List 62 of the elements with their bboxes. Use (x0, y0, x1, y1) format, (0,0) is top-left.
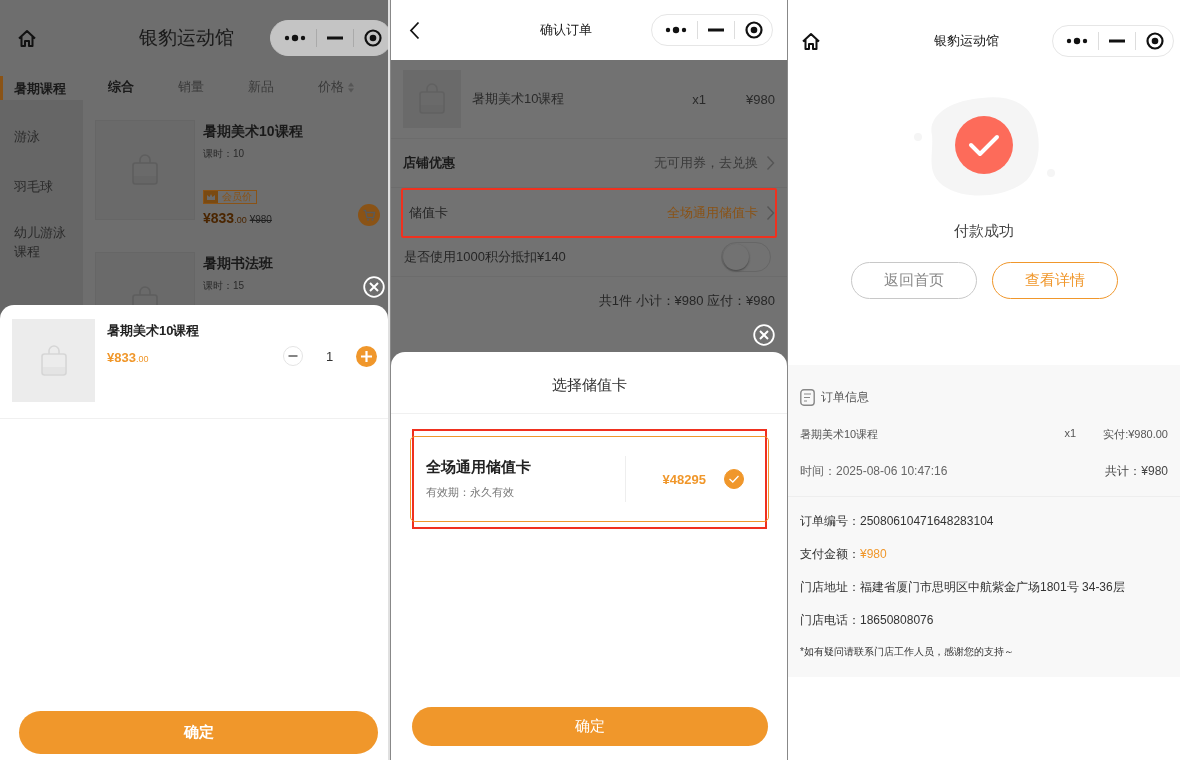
more-icon[interactable] (1066, 37, 1088, 45)
home-button[interactable]: 返回首页 (850, 262, 977, 299)
document-icon (800, 389, 815, 406)
item-title: 暑期美术10课程 (800, 427, 880, 442)
row-label: 店铺优惠 (403, 154, 456, 172)
home-icon[interactable] (801, 31, 821, 51)
detail-line: 门店电话：18650808076 (800, 612, 935, 629)
section-title: 订单信息 (821, 389, 869, 406)
target-icon[interactable] (745, 21, 763, 39)
close-icon[interactable] (363, 276, 385, 298)
points-label: 是否使用1000积分抵扣¥140 (404, 248, 567, 266)
note-text: *如有疑问请联系门店工作人员，感谢您的支持～ (800, 645, 1015, 659)
minimize-icon[interactable] (327, 36, 343, 40)
stored-value-card[interactable]: 全场通用储值卡 有效期：永久有效 ¥48295 (410, 436, 769, 522)
row-value[interactable]: 全场通用储值卡 (667, 204, 758, 222)
original-price: ¥980 (249, 214, 272, 225)
product-title: 暑期美术10课程 (107, 322, 201, 340)
quantity-value: 1 (324, 348, 335, 364)
detail-line: 门店地址：福建省厦门市思明区中航紫金广场1801号 34-36层 (800, 579, 1126, 596)
order-time: 时间：2025-08-06 10:47:16 (800, 463, 948, 480)
target-icon[interactable] (1146, 32, 1164, 50)
member-price-badge: 会员价 (203, 190, 257, 204)
more-icon[interactable] (665, 26, 687, 34)
product-price: ¥833.00 (203, 210, 247, 226)
detail-line: 支付金额：¥980 (800, 546, 888, 563)
detail-line: 订单编号：25080610471648283104 (800, 513, 995, 530)
order-total: 共计：¥980 (1105, 463, 1168, 480)
product-title: 暑期美术10课程 (203, 123, 303, 141)
page-title: 确认订单 (538, 21, 592, 39)
product-title: 暑期美术10课程 (472, 90, 566, 108)
order-summary: 共1件 小计：¥980 应付：¥980 (597, 292, 776, 310)
minimize-icon[interactable] (708, 28, 724, 32)
product-price: ¥833.00 (107, 350, 150, 365)
close-icon[interactable] (753, 324, 775, 346)
category-item[interactable]: 游泳 (0, 111, 83, 161)
more-icon[interactable] (284, 34, 306, 42)
card-name: 全场通用储值卡 (426, 458, 532, 477)
view-details-button[interactable]: 查看详情 (991, 262, 1118, 299)
product-price: ¥980 (746, 91, 775, 107)
sort-icon (348, 81, 354, 93)
points-toggle[interactable] (721, 242, 771, 272)
card-validity: 有效期：永久有效 (426, 485, 515, 500)
target-icon[interactable] (364, 29, 382, 47)
quantity-text: x1 (692, 91, 707, 107)
sheet-title: 选择储值卡 (550, 375, 628, 395)
card-balance: ¥48295 (662, 471, 706, 487)
confirm-button[interactable]: 确定 (19, 711, 378, 754)
category-item[interactable]: 暑期课程 (0, 76, 83, 100)
payment-status: 付款成功 (954, 222, 1014, 241)
page-title: 银豹运动馆 (139, 26, 234, 50)
row-label: 储值卡 (409, 204, 449, 222)
sort-tab[interactable]: 综合 (108, 78, 178, 96)
crown-icon (204, 191, 218, 203)
minimize-icon[interactable] (1109, 39, 1125, 43)
check-icon[interactable] (724, 469, 744, 489)
back-icon[interactable] (409, 20, 420, 40)
item-quantity: x1 (1064, 427, 1077, 441)
page-title: 银豹运动馆 (933, 32, 999, 50)
paid-amount: 实付:¥980.00 (1103, 427, 1168, 442)
minus-button[interactable] (283, 346, 303, 366)
product-title: 暑期书法班 (203, 255, 273, 273)
confirm-button[interactable]: 确定 (412, 707, 768, 746)
